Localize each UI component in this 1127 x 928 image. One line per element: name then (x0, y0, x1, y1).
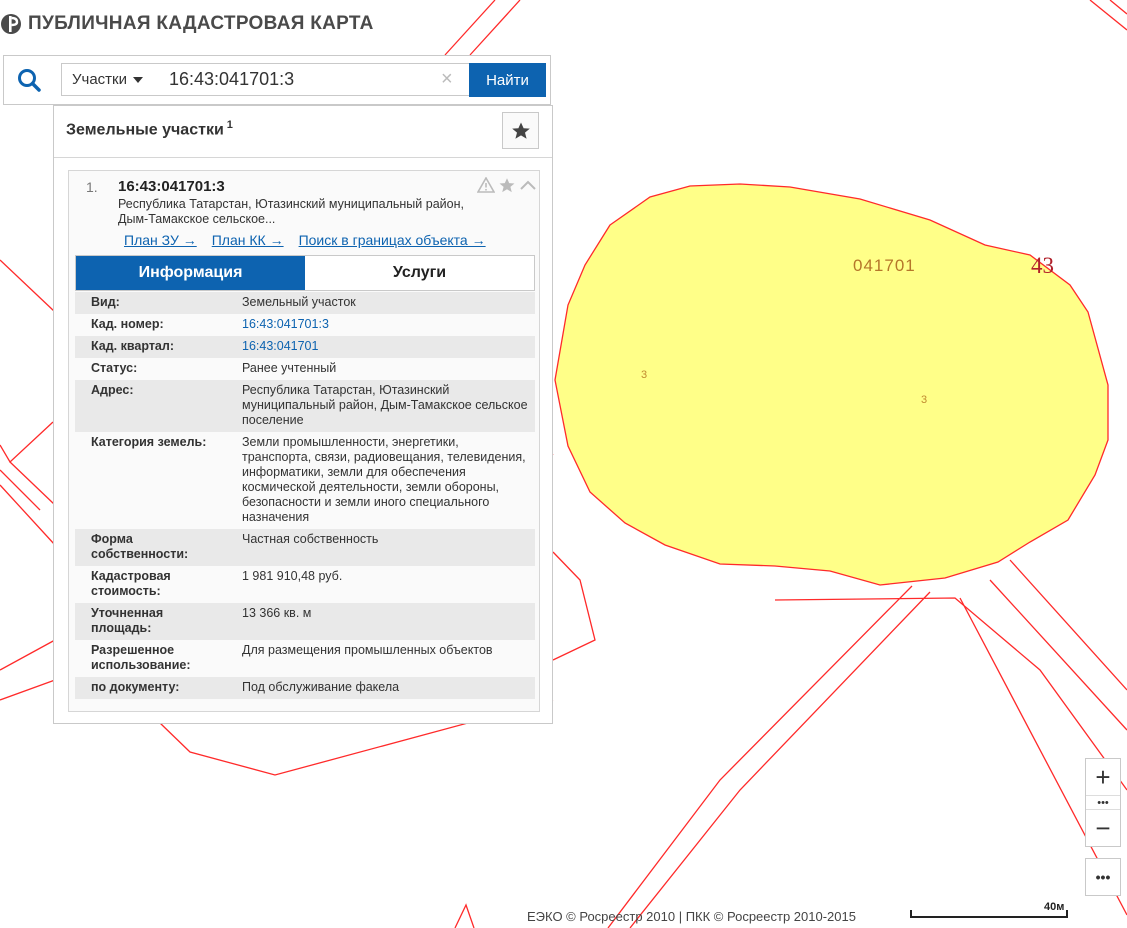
pkk-logo-icon (1, 14, 21, 34)
search-bar: Участки × Найти (3, 55, 551, 105)
info-value-cell: 16:43:041701 (230, 336, 535, 358)
app-logo[interactable]: ПУБЛИЧНАЯ КАДАСТРОВАЯ КАРТА (0, 10, 374, 38)
info-key: Статус: (91, 361, 138, 375)
chevron-down-icon (133, 76, 143, 83)
result-card: 1. 16:43:041701:3 Республика Татарстан, … (68, 170, 540, 712)
info-key: Кадастровая стоимость: (91, 569, 171, 598)
district-label: 43 (1031, 253, 1054, 278)
info-key: по документу: (91, 680, 180, 694)
info-value: Под обслуживание факела (242, 680, 400, 694)
star-icon[interactable] (498, 177, 516, 194)
more-tools-button[interactable]: ••• (1085, 858, 1121, 896)
table-row: Уточненная площадь: 13 366 кв. м (75, 603, 535, 640)
search-icon[interactable] (16, 67, 42, 93)
copyright-text: ЕЭКО © Росреестр 2010 | ПКК © Росреестр … (527, 909, 856, 924)
results-count: 1 (226, 119, 233, 131)
search-input[interactable] (154, 63, 470, 96)
warning-icon[interactable] (477, 177, 495, 193)
info-value: Земельный участок (242, 295, 356, 309)
info-key: Вид: (91, 295, 120, 309)
info-value: 1 981 910,48 руб. (242, 569, 343, 583)
scale-label: 40м (1044, 901, 1065, 913)
search-type-select[interactable]: Участки (61, 63, 155, 96)
clear-icon[interactable]: × (441, 67, 453, 91)
cadastral-quarter-link[interactable]: 16:43:041701 (242, 339, 318, 353)
plan-kk-link[interactable]: План КК → (212, 232, 284, 248)
panel-title: Земельные участки 1 (66, 119, 233, 139)
info-value: Ранее учтенный (242, 361, 337, 375)
zoom-in-button[interactable]: + (1086, 759, 1120, 795)
info-value: Республика Татарстан, Ютазинский муницип… (242, 383, 528, 427)
info-key: Уточненная площадь: (91, 606, 164, 635)
search-in-bounds-link[interactable]: Поиск в границах объекта → (299, 232, 486, 248)
star-icon (511, 122, 530, 139)
find-button[interactable]: Найти (469, 63, 546, 97)
info-value: Земли промышленности, энергетики, трансп… (242, 435, 526, 524)
parcel-number-label: 3 (641, 369, 648, 381)
table-row: Статус: Ранее учтенный (75, 358, 535, 380)
table-row: Кад. номер: 16:43:041701:3 (75, 314, 535, 336)
info-key: Кад. номер: (91, 317, 164, 331)
info-key: Категория земель: (91, 435, 207, 449)
divider (54, 157, 552, 158)
search-type-label: Участки (72, 71, 127, 88)
table-row: Категория земель: Земли промышленности, э… (75, 432, 535, 529)
result-number[interactable]: 16:43:041701:3 (118, 178, 225, 195)
zoom-control: + ••• − (1085, 758, 1121, 847)
info-key: Адрес: (91, 383, 134, 397)
result-tabs: Информация Услуги (75, 255, 535, 291)
plan-zu-link[interactable]: План ЗУ → (124, 232, 197, 248)
zoom-out-button[interactable]: − (1086, 810, 1120, 846)
info-value: 13 366 кв. м (242, 606, 312, 620)
results-panel: Земельные участки 1 1. 16:43:041701:3 Рес… (53, 105, 553, 724)
result-index: 1. (86, 179, 98, 195)
info-value: Для размещения промышленных объектов (242, 643, 493, 657)
table-row: Кадастровая стоимость: 1 981 910,48 руб. (75, 566, 535, 603)
panel-title-text: Земельные участки (66, 121, 224, 139)
table-row: Форма собственности: Частная собственност… (75, 529, 535, 566)
info-key: Кад. квартал: (91, 339, 174, 353)
tab-services[interactable]: Услуги (305, 256, 534, 290)
info-value: Частная собственность (242, 532, 379, 546)
tab-info[interactable]: Информация (76, 256, 305, 290)
info-value-cell: 16:43:041701:3 (230, 314, 535, 336)
zoom-level-handle[interactable]: ••• (1086, 795, 1120, 810)
cadastral-number-link[interactable]: 16:43:041701:3 (242, 317, 329, 331)
table-row: по документу: Под обслуживание факела (75, 677, 535, 699)
quarter-label: 041701 (853, 256, 916, 275)
chevron-up-icon[interactable] (519, 177, 537, 193)
table-row: Кад. квартал: 16:43:041701 (75, 336, 535, 358)
table-row: Вид: Земельный участок (75, 292, 535, 314)
table-row: Разрешенное использование: Для размещения… (75, 640, 535, 677)
info-table: Вид: Земельный участок Кад. номер: 16:43:0… (75, 292, 535, 699)
table-row: Адрес: Республика Татарстан, Ютазинский м… (75, 380, 535, 432)
app-title: ПУБЛИЧНАЯ КАДАСТРОВАЯ КАРТА (28, 13, 374, 34)
info-key: Разрешенное использование: (91, 643, 191, 672)
favorites-button[interactable] (502, 112, 539, 149)
result-links: План ЗУ → План КК → Поиск в границах объ… (124, 232, 486, 248)
parcel-number-label: 3 (921, 394, 928, 406)
card-actions (477, 177, 537, 194)
result-address: Республика Татарстан, Ютазинский муницип… (118, 197, 464, 226)
info-key: Форма собственности: (91, 532, 189, 561)
